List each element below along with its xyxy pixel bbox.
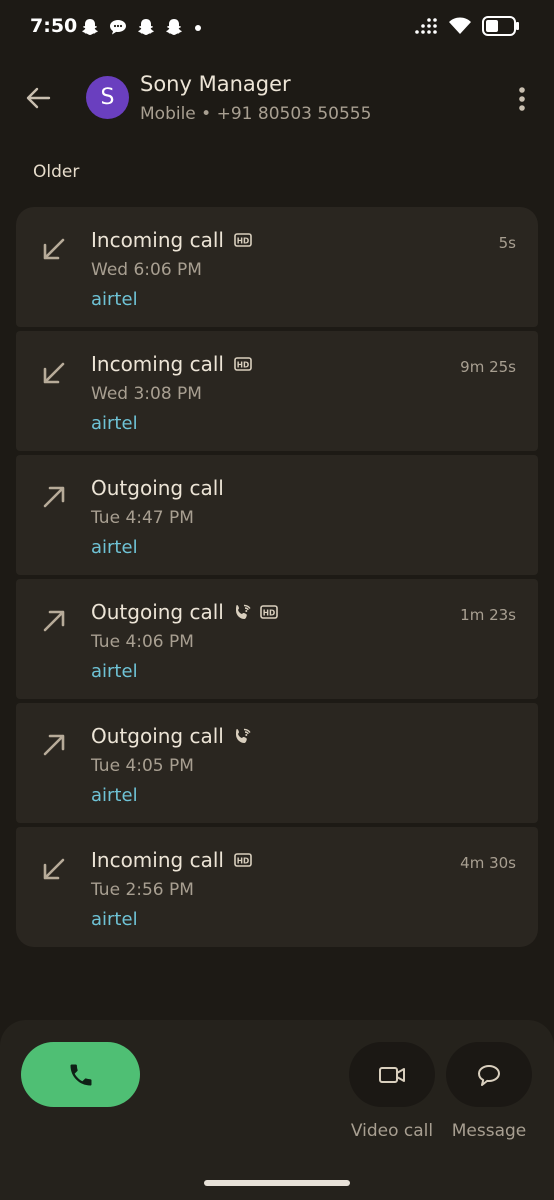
bottom-action-bar: Video call Message: [0, 1020, 554, 1200]
more-options-button[interactable]: [510, 84, 534, 114]
hd-icon: HD: [234, 357, 252, 371]
phone-icon: [70, 1064, 91, 1085]
more-vertical-icon: [519, 87, 525, 111]
video-camera-icon: [379, 1066, 405, 1083]
svg-text:HD: HD: [237, 857, 250, 866]
hd-icon: HD: [260, 605, 278, 619]
message-action[interactable]: Message: [446, 1042, 532, 1141]
outgoing-arrow-icon: [43, 734, 65, 756]
status-time: 7:50: [30, 15, 78, 37]
system-icons: [414, 16, 520, 40]
video-call-label: Video call: [350, 1121, 434, 1141]
avatar[interactable]: S: [86, 76, 129, 119]
message-button[interactable]: [446, 1042, 532, 1107]
svg-text:HD: HD: [263, 609, 276, 618]
snapchat-icon: [136, 17, 156, 37]
wifi-icon: [448, 16, 472, 40]
call-time: Tue 2:56 PM: [91, 880, 194, 900]
call-carrier: airtel: [91, 537, 138, 558]
call-type: Outgoing call: [91, 476, 224, 500]
notification-icons: [80, 17, 204, 37]
battery-icon: [482, 16, 520, 40]
call-carrier: airtel: [91, 785, 138, 806]
call-type: Outgoing call: [91, 600, 224, 624]
call-time: Wed 6:06 PM: [91, 260, 202, 280]
call-time: Wed 3:08 PM: [91, 384, 202, 404]
hd-icon: HD: [234, 853, 252, 867]
call-carrier: airtel: [91, 661, 138, 682]
svg-text:HD: HD: [237, 361, 250, 370]
back-button[interactable]: [20, 80, 56, 116]
call-type: Incoming call: [91, 228, 224, 252]
call-button[interactable]: [21, 1042, 140, 1107]
incoming-arrow-icon: [43, 858, 65, 880]
video-call-action[interactable]: Video call: [349, 1042, 435, 1141]
call-carrier: airtel: [91, 413, 138, 434]
call-carrier: airtel: [91, 909, 138, 930]
hd-icon: HD: [234, 233, 252, 247]
video-call-button[interactable]: [349, 1042, 435, 1107]
incoming-arrow-icon: [43, 362, 65, 384]
call-duration: 4m 30s: [460, 854, 516, 872]
back-arrow-icon: [26, 87, 51, 109]
home-indicator[interactable]: [204, 1180, 350, 1186]
call-entry[interactable]: Outgoing call HD Tue 4:06 PM airtel 1m 2…: [16, 579, 538, 699]
call-carrier: airtel: [91, 289, 138, 310]
call-entry[interactable]: Incoming call HD Wed 3:08 PM airtel 9m 2…: [16, 331, 538, 451]
call-time: Tue 4:06 PM: [91, 632, 194, 652]
outgoing-arrow-icon: [43, 486, 65, 508]
contact-name: Sony Manager: [140, 72, 291, 96]
call-type: Outgoing call: [91, 724, 224, 748]
status-bar: 7:50: [0, 0, 554, 56]
incoming-arrow-icon: [43, 238, 65, 260]
messages-icon: [108, 17, 128, 37]
signal-icon: [414, 17, 438, 39]
message-label: Message: [451, 1121, 527, 1141]
call-list: Incoming call HD Wed 6:06 PM airtel 5s I…: [16, 207, 538, 947]
snapchat-icon: [164, 17, 184, 37]
message-bubble-icon: [478, 1064, 500, 1086]
more-dot-icon: [192, 17, 204, 37]
call-duration: 9m 25s: [460, 358, 516, 376]
contact-header: S Sony Manager Mobile • +91 80503 50555: [0, 62, 554, 136]
call-time: Tue 4:47 PM: [91, 508, 194, 528]
call-entry[interactable]: Incoming call HD Wed 6:06 PM airtel 5s: [16, 207, 538, 327]
call-duration: 5s: [498, 234, 516, 252]
call-entry[interactable]: Outgoing call Tue 4:05 PM airtel: [16, 703, 538, 823]
call-entry[interactable]: Outgoing call Tue 4:47 PM airtel: [16, 455, 538, 575]
call-entry[interactable]: Incoming call HD Tue 2:56 PM airtel 4m 3…: [16, 827, 538, 947]
call-type: Incoming call: [91, 848, 224, 872]
outgoing-arrow-icon: [43, 610, 65, 632]
section-label: Older: [33, 162, 80, 182]
svg-text:HD: HD: [237, 237, 250, 246]
call-type: Incoming call: [91, 352, 224, 376]
wifi-call-icon: [235, 728, 251, 743]
snapchat-icon: [80, 17, 100, 37]
call-history-screen: 7:50 S Sony Manager Mobile • +91 80503 5…: [0, 0, 554, 1200]
wifi-call-icon: [235, 604, 251, 619]
contact-number: Mobile • +91 80503 50555: [140, 104, 372, 124]
call-duration: 1m 23s: [460, 606, 516, 624]
call-time: Tue 4:05 PM: [91, 756, 194, 776]
